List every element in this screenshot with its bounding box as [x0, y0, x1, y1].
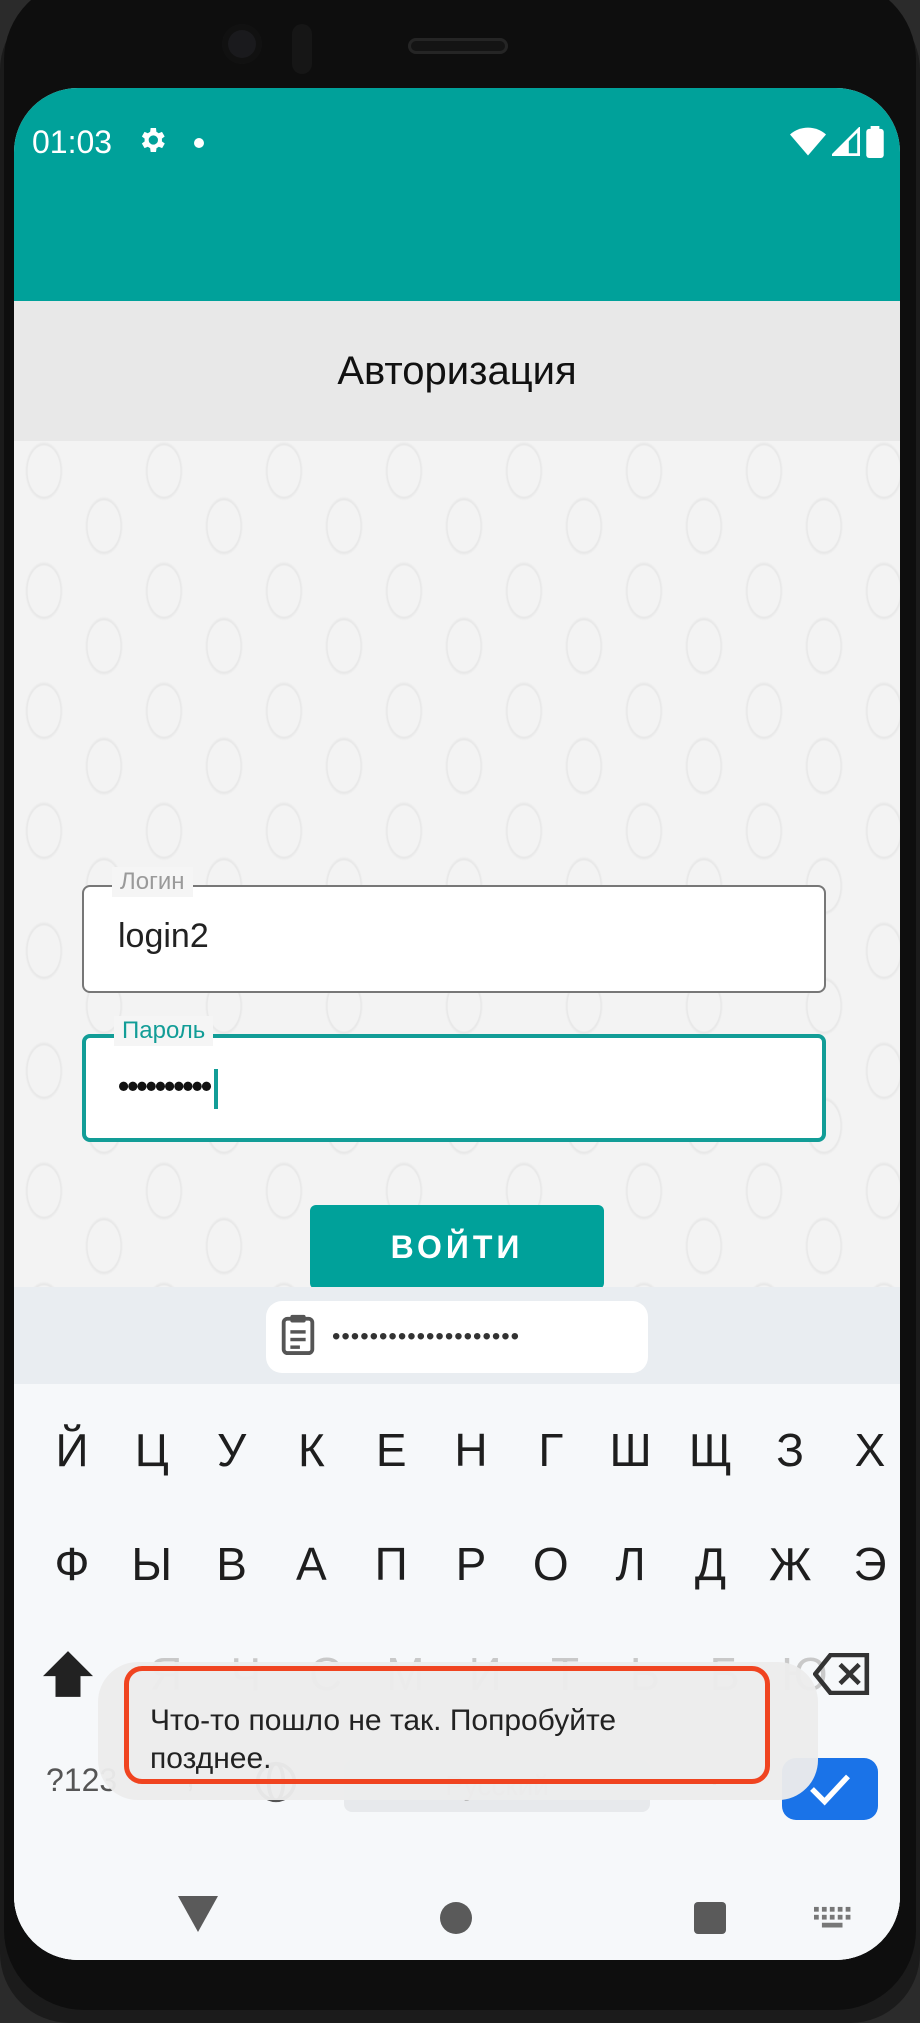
- signal-icon: [830, 126, 860, 162]
- clipboard-icon: [280, 1313, 316, 1362]
- password-mask: ••••••••••: [118, 1068, 212, 1104]
- login-label: Логин: [112, 867, 193, 897]
- key-7[interactable]: О: [511, 1524, 591, 1604]
- key-4[interactable]: К: [271, 1410, 351, 1490]
- keyboard-row-1: ЙЦУКЕНГШЩЗХ: [14, 1410, 900, 1490]
- suggestion-strip: ••••••••••••••••••••: [14, 1287, 900, 1384]
- password-input-value[interactable]: ••••••••••: [118, 1068, 219, 1109]
- status-bar: 01:03: [14, 88, 900, 301]
- key-1[interactable]: Й: [32, 1410, 112, 1490]
- login-field[interactable]: Логин login2: [82, 867, 826, 993]
- status-icons: [790, 126, 884, 163]
- key-8[interactable]: Ш: [591, 1410, 671, 1490]
- key-5[interactable]: Е: [351, 1410, 431, 1490]
- battery-icon: [866, 126, 884, 163]
- key-5[interactable]: П: [351, 1524, 431, 1604]
- sensor-icon: [292, 24, 312, 74]
- leaf-pattern-background: [14, 441, 900, 1287]
- system-navigation-bar: [14, 1868, 900, 1960]
- device-screen: 01:03 Авторизация Логин login2 Пароль ••…: [14, 88, 900, 1960]
- key-10[interactable]: Ж: [750, 1524, 830, 1604]
- login-button[interactable]: ВОЙТИ: [310, 1205, 604, 1289]
- backspace-icon: [813, 1653, 870, 1695]
- app-title-bar: Авторизация: [14, 301, 900, 441]
- shift-key[interactable]: [38, 1644, 98, 1704]
- check-icon: [810, 1774, 850, 1806]
- onscreen-keyboard: ••••••••••••••••••••: [14, 1287, 900, 1960]
- keyboard-row-2: ФЫВАПРОЛДЖЭ: [14, 1524, 900, 1604]
- key-1[interactable]: Ф: [32, 1524, 112, 1604]
- speaker-grille: [408, 38, 508, 54]
- key-11[interactable]: Х: [830, 1410, 900, 1490]
- key-10[interactable]: З: [750, 1410, 830, 1490]
- key-3[interactable]: У: [192, 1410, 272, 1490]
- text-caret: [214, 1068, 219, 1109]
- key-8[interactable]: Л: [591, 1524, 671, 1604]
- password-label: Пароль: [114, 1016, 214, 1046]
- clipboard-suggestion-text: ••••••••••••••••••••: [332, 1323, 521, 1350]
- home-icon[interactable]: [440, 1902, 472, 1934]
- clipboard-suggestion-chip[interactable]: ••••••••••••••••••••: [266, 1301, 648, 1373]
- login-input-value[interactable]: login2: [118, 917, 209, 956]
- wifi-icon: [790, 127, 826, 162]
- key-11[interactable]: Э: [830, 1524, 900, 1604]
- keyboard-icon[interactable]: [814, 1906, 852, 1935]
- gear-icon: [136, 124, 168, 161]
- key-9[interactable]: Щ: [670, 1410, 750, 1490]
- key-7[interactable]: Г: [511, 1410, 591, 1490]
- backspace-key[interactable]: [810, 1644, 874, 1704]
- notification-dot-icon: [194, 138, 204, 148]
- key-6[interactable]: Н: [431, 1410, 511, 1490]
- annotation-highlight-box: [124, 1666, 770, 1784]
- password-field[interactable]: Пароль ••••••••••: [82, 1016, 826, 1142]
- key-2[interactable]: Ц: [112, 1410, 192, 1490]
- recent-apps-icon[interactable]: [694, 1902, 726, 1934]
- key-9[interactable]: Д: [670, 1524, 750, 1604]
- key-3[interactable]: В: [192, 1524, 272, 1604]
- camera-icon: [222, 24, 262, 64]
- key-4[interactable]: А: [271, 1524, 351, 1604]
- back-icon[interactable]: [178, 1896, 218, 1937]
- key-6[interactable]: Р: [431, 1524, 511, 1604]
- page-title: Авторизация: [337, 348, 577, 393]
- status-time: 01:03: [32, 124, 113, 160]
- key-2[interactable]: Ы: [112, 1524, 192, 1604]
- shift-icon: [43, 1651, 93, 1697]
- phone-frame: 01:03 Авторизация Логин login2 Пароль ••…: [0, 0, 920, 2023]
